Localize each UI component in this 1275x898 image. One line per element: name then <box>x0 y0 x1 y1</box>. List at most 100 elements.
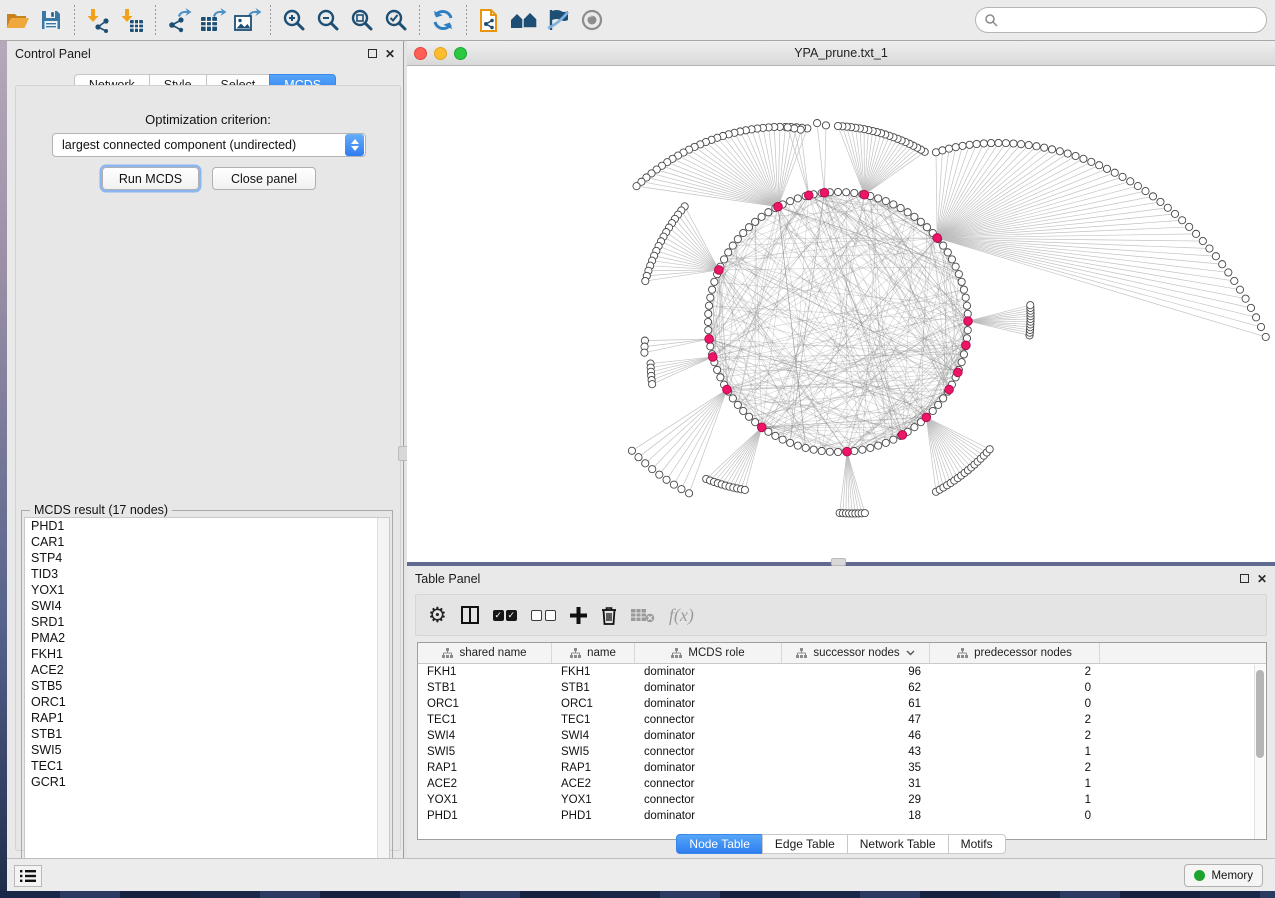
flag-slash-icon <box>544 8 572 32</box>
cell-mcds_role: dominator <box>635 666 782 678</box>
search-input[interactable] <box>998 10 1266 30</box>
show-columns-button[interactable] <box>461 600 479 630</box>
mcds-result-item[interactable]: STP4 <box>25 550 389 566</box>
cell-name: ORC1 <box>552 698 635 710</box>
table-row[interactable]: PHD1PHD1dominator180 <box>418 808 1266 824</box>
cell-name: FKH1 <box>552 666 635 678</box>
show-task-history-button[interactable] <box>14 865 42 887</box>
export-network-button[interactable] <box>162 4 196 36</box>
horizontal-splitter-grip[interactable] <box>831 558 846 566</box>
table-row[interactable]: SWI4SWI4dominator462 <box>418 728 1266 744</box>
float-panel-icon[interactable] <box>368 49 377 58</box>
mcds-result-item[interactable]: CAR1 <box>25 534 389 550</box>
search-networks-button[interactable] <box>507 4 541 36</box>
optimization-criterion-dropdown[interactable]: largest connected component (undirected) <box>52 133 366 157</box>
mcds-result-item[interactable]: PMA2 <box>25 630 389 646</box>
network-canvas[interactable] <box>407 66 1275 562</box>
cell-shared_name: ACE2 <box>418 778 552 790</box>
show-graphics-details-button[interactable] <box>575 4 609 36</box>
select-all-button[interactable]: ✓ ✓ <box>493 600 517 630</box>
sitemap-icon <box>442 648 453 658</box>
add-column-button[interactable] <box>570 600 587 630</box>
tab-node-table[interactable]: Node Table <box>676 834 762 854</box>
mcds-list-scrollbar[interactable] <box>377 518 389 874</box>
column-header-successor-nodes[interactable]: successor nodes <box>782 643 930 663</box>
mcds-result-item[interactable]: STB1 <box>25 726 389 742</box>
column-header-name[interactable]: name <box>552 643 635 663</box>
close-panel-icon[interactable]: ✕ <box>1257 574 1267 584</box>
tab-network-table[interactable]: Network Table <box>847 834 948 854</box>
column-header-MCDS-role[interactable]: MCDS role <box>635 643 782 663</box>
column-header-shared-name[interactable]: shared name <box>418 643 552 663</box>
zoom-selected-button[interactable] <box>379 4 413 36</box>
mcds-result-item[interactable]: TID3 <box>25 566 389 582</box>
column-header-predecessor-nodes[interactable]: predecessor nodes <box>930 643 1100 663</box>
mcds-result-title: MCDS result (17 nodes) <box>30 503 172 517</box>
table-row[interactable]: FKH1FKH1dominator962 <box>418 664 1266 680</box>
mcds-result-item[interactable]: ACE2 <box>25 662 389 678</box>
save-session-button[interactable] <box>34 4 68 36</box>
import-table-button[interactable] <box>115 4 149 36</box>
table-row[interactable]: STB1STB1dominator620 <box>418 680 1266 696</box>
tab-edge-table[interactable]: Edge Table <box>762 834 847 854</box>
mcds-result-item[interactable]: GCR1 <box>25 774 389 790</box>
memory-button[interactable]: Memory <box>1184 864 1263 887</box>
cell-predecessor_nodes: 2 <box>930 666 1100 678</box>
table-scrollbar[interactable] <box>1254 665 1265 839</box>
delete-column-button[interactable] <box>601 600 617 630</box>
table-type-tabs: Node TableEdge TableNetwork TableMotifs <box>407 834 1275 854</box>
export-image-button[interactable] <box>230 4 264 36</box>
deselect-all-button[interactable] <box>531 600 556 630</box>
tab-motifs[interactable]: Motifs <box>948 834 1006 854</box>
mcds-result-item[interactable]: STB5 <box>25 678 389 694</box>
mcds-result-item[interactable]: TEC1 <box>25 758 389 774</box>
table-row[interactable]: ORC1ORC1dominator610 <box>418 696 1266 712</box>
zoom-in-icon <box>281 7 307 33</box>
cell-name: SWI4 <box>552 730 635 742</box>
mcds-result-item[interactable]: SWI4 <box>25 598 389 614</box>
toolbar-separator <box>74 5 75 35</box>
table-panel: Table Panel ✕ ⚙ ✓ ✓ <box>407 566 1275 858</box>
mcds-result-item[interactable]: SRD1 <box>25 614 389 630</box>
mcds-result-item[interactable]: RAP1 <box>25 710 389 726</box>
refresh-button[interactable] <box>426 4 460 36</box>
network-search-box[interactable] <box>975 7 1267 33</box>
mcds-result-item[interactable]: YOX1 <box>25 582 389 598</box>
desktop-background <box>0 891 1275 898</box>
clear-table-button-disabled <box>631 600 655 630</box>
cell-predecessor_nodes: 0 <box>930 698 1100 710</box>
close-panel-icon[interactable]: ✕ <box>385 49 395 59</box>
column-header-filler <box>1100 643 1266 663</box>
zoom-in-button[interactable] <box>277 4 311 36</box>
table-scrollbar-thumb[interactable] <box>1256 670 1264 758</box>
mcds-result-item[interactable]: SWI5 <box>25 742 389 758</box>
close-panel-button[interactable]: Close panel <box>212 167 316 190</box>
import-table-icon <box>119 7 145 33</box>
export-table-button[interactable] <box>196 4 230 36</box>
table-panel-title: Table Panel <box>415 572 480 586</box>
cell-predecessor_nodes: 0 <box>930 682 1100 694</box>
mcds-result-list[interactable]: PHD1CAR1STP4TID3YOX1SWI4SRD1PMA2FKH1ACE2… <box>24 517 390 875</box>
table-row[interactable]: TEC1TEC1connector472 <box>418 712 1266 728</box>
cell-name: YOX1 <box>552 794 635 806</box>
import-network-button[interactable] <box>81 4 115 36</box>
table-settings-button[interactable]: ⚙ <box>428 600 447 630</box>
float-panel-icon[interactable] <box>1240 574 1249 583</box>
mcds-result-item[interactable]: ORC1 <box>25 694 389 710</box>
hide-annotations-button[interactable] <box>541 4 575 36</box>
open-in-web-button[interactable] <box>473 4 507 36</box>
zoom-out-icon <box>315 7 341 33</box>
cell-predecessor_nodes: 0 <box>930 810 1100 822</box>
unchecked-box-icon <box>531 610 542 621</box>
table-row[interactable]: RAP1RAP1dominator352 <box>418 760 1266 776</box>
mcds-result-item[interactable]: FKH1 <box>25 646 389 662</box>
open-file-button[interactable] <box>0 4 34 36</box>
zoom-fit-button[interactable] <box>345 4 379 36</box>
zoom-out-button[interactable] <box>311 4 345 36</box>
table-row[interactable]: ACE2ACE2connector311 <box>418 776 1266 792</box>
sitemap-icon <box>671 648 682 658</box>
table-row[interactable]: YOX1YOX1connector291 <box>418 792 1266 808</box>
table-row[interactable]: SWI5SWI5connector431 <box>418 744 1266 760</box>
mcds-result-item[interactable]: PHD1 <box>25 518 389 534</box>
run-mcds-button[interactable]: Run MCDS <box>102 167 199 190</box>
